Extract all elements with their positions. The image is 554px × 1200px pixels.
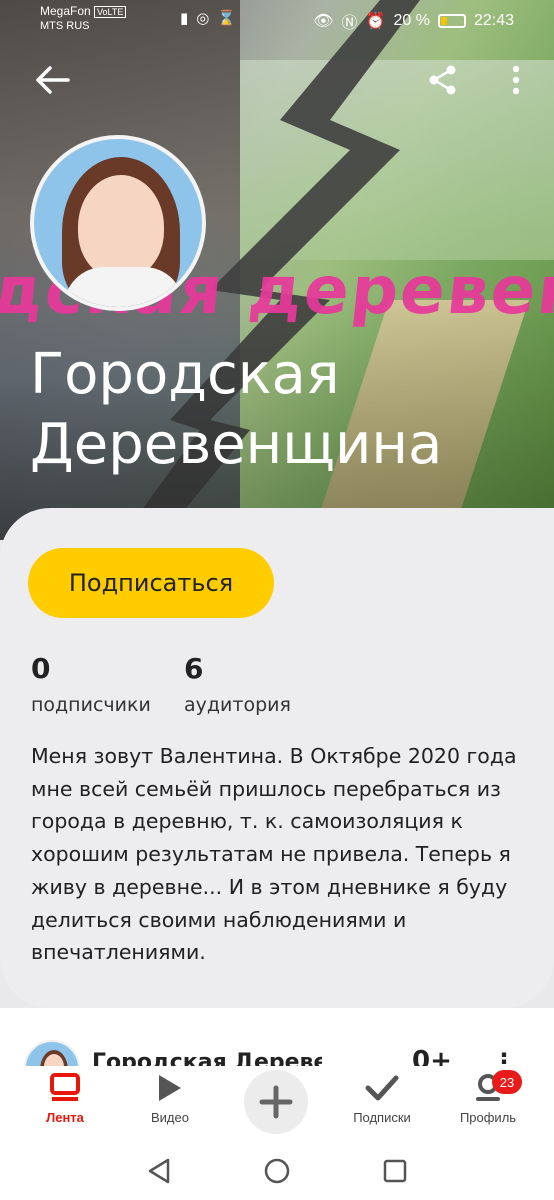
vertical-dots-icon bbox=[512, 65, 520, 95]
system-navigation bbox=[0, 1142, 554, 1200]
status-bar: MegaFon VoLTE MTS RUS ▮◎⌛ 👁 Ⓝ ⏰ 20 % 22:… bbox=[0, 0, 554, 40]
nav-item-subscriptions[interactable]: Подписки bbox=[332, 1066, 432, 1142]
battery-icon bbox=[437, 14, 466, 28]
profile-notification-badge: 23 bbox=[492, 1070, 522, 1094]
channel-avatar bbox=[30, 135, 206, 311]
nav-label-subscriptions: Подписки bbox=[353, 1110, 411, 1125]
share-button[interactable] bbox=[423, 60, 463, 100]
plus-icon bbox=[259, 1085, 293, 1119]
system-recents-button[interactable] bbox=[380, 1156, 410, 1186]
nav-label-profile: Профиль bbox=[459, 1110, 517, 1125]
audience-label: аудитория bbox=[184, 694, 291, 716]
arrow-left-icon bbox=[36, 66, 70, 94]
operator1-name: MegaFon bbox=[40, 4, 91, 18]
nav-label-feed: Лента bbox=[46, 1110, 84, 1125]
nfc-icon: Ⓝ bbox=[341, 15, 358, 32]
subscribers-label: подписчики bbox=[31, 694, 151, 716]
square-recents-icon bbox=[383, 1159, 407, 1183]
share-icon bbox=[429, 65, 456, 95]
nav-item-video[interactable]: Видео bbox=[120, 1066, 220, 1142]
feed-icon bbox=[50, 1066, 80, 1110]
subscribe-button[interactable]: Подписаться bbox=[28, 548, 274, 618]
alarm-icon: ⏰ bbox=[365, 13, 386, 30]
nav-label-video: Видео bbox=[151, 1110, 189, 1125]
status-icons-right: 👁 Ⓝ ⏰ 20 % 22:43 bbox=[313, 9, 514, 33]
circle-home-icon bbox=[264, 1158, 290, 1184]
create-post-button[interactable] bbox=[244, 1070, 308, 1134]
subscribers-count: 0 bbox=[31, 652, 51, 685]
triangle-back-icon bbox=[148, 1158, 170, 1184]
more-options-button[interactable] bbox=[496, 60, 536, 100]
signal-icon: ▮ bbox=[180, 9, 197, 27]
nav-item-feed[interactable]: Лента bbox=[15, 1066, 115, 1142]
hotspot-icon: ◎ bbox=[196, 9, 218, 27]
system-home-button[interactable] bbox=[262, 1156, 292, 1186]
nav-item-profile[interactable]: Профиль bbox=[438, 1066, 538, 1142]
eye-icon: 👁 bbox=[313, 13, 334, 30]
play-icon bbox=[157, 1066, 183, 1110]
channel-title: Городская Деревенщина bbox=[30, 342, 443, 477]
system-back-button[interactable] bbox=[144, 1156, 174, 1186]
operator2-name: MTS RUS bbox=[40, 20, 90, 32]
channel-description: Меня зовут Валентина. В Октябре 2020 год… bbox=[31, 744, 517, 965]
hourglass-icon: ⌛ bbox=[217, 9, 245, 27]
checkmark-icon bbox=[365, 1066, 399, 1110]
back-button[interactable] bbox=[32, 60, 72, 100]
volte-badge: VoLTE bbox=[94, 6, 127, 18]
clock: 22:43 bbox=[473, 12, 514, 29]
audience-count: 6 bbox=[184, 652, 204, 685]
status-icons-left: ▮◎⌛ bbox=[180, 9, 244, 27]
operator-info: MegaFon VoLTE MTS RUS bbox=[40, 4, 127, 33]
battery-percent: 20 % bbox=[393, 12, 430, 29]
